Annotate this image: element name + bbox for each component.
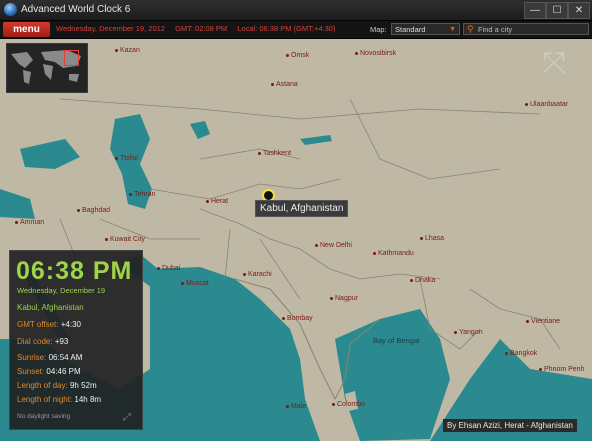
city-tashkent[interactable]: Tashkent bbox=[257, 150, 291, 157]
city-dhaka[interactable]: Dhaka bbox=[409, 277, 435, 284]
close-button[interactable]: ✕ bbox=[568, 2, 590, 19]
city-search[interactable]: ⚲ bbox=[463, 23, 589, 35]
sunset-label: Sunset: bbox=[17, 367, 45, 376]
expand-icon[interactable]: ⤢ bbox=[123, 412, 131, 423]
city-dubai[interactable]: Dubai bbox=[156, 265, 180, 272]
night-length-row: Length of night: 14h 8m bbox=[17, 395, 101, 404]
city-baghdad[interactable]: Baghdad bbox=[76, 207, 110, 214]
city-male[interactable]: Male bbox=[285, 403, 306, 410]
city-kuwait-city[interactable]: Kuwait City bbox=[104, 236, 145, 243]
map-type-label: Map: bbox=[370, 25, 387, 34]
toolbar: menu Wednesday, December 19, 2012 GMT: 0… bbox=[0, 21, 592, 39]
city-omsk[interactable]: Omsk bbox=[285, 52, 309, 59]
dial-code-label: Dial code: bbox=[17, 337, 53, 346]
sea-label-bay-of-bengal: Bay of Bengal bbox=[373, 336, 420, 345]
sunrise-label: Sunrise: bbox=[17, 353, 47, 362]
city-nagpur[interactable]: Nagpur bbox=[330, 295, 358, 302]
search-input[interactable] bbox=[478, 24, 586, 34]
dst-note: No daylight saving bbox=[17, 413, 71, 420]
city-karachi[interactable]: Karachi bbox=[243, 271, 272, 278]
gmt-time: GMT: 02:08 PM bbox=[175, 24, 228, 33]
map-type-value: Standard bbox=[395, 25, 426, 34]
city-colombo[interactable]: Colombo bbox=[331, 401, 365, 408]
city-bangkok[interactable]: Bangkok bbox=[504, 350, 537, 357]
night-length-value: 14h 8m bbox=[74, 395, 102, 404]
city-amman[interactable]: Amman bbox=[14, 219, 44, 226]
sunrise-value: 06:54 AM bbox=[48, 353, 83, 362]
gmt-offset-label: GMT offset: bbox=[17, 320, 59, 329]
city-tehran[interactable]: Tehran bbox=[128, 191, 155, 198]
city-phnom-penh[interactable]: Phnom Penh bbox=[538, 366, 584, 373]
search-icon: ⚲ bbox=[467, 24, 474, 34]
city-info-panel: 06:38 PM Wednesday, December 19 Kabul, A… bbox=[9, 250, 143, 430]
day-length-row: Length of day: 9h 52m bbox=[17, 381, 97, 390]
panel-date: Wednesday, December 19 bbox=[17, 286, 106, 295]
chevron-down-icon: ▼ bbox=[449, 26, 456, 33]
sunset-value: 04:46 PM bbox=[46, 367, 81, 376]
globe-app-icon bbox=[4, 3, 17, 16]
panel-city: Kabul, Afghanistan bbox=[17, 303, 84, 312]
gmt-offset-value: +4:30 bbox=[60, 320, 81, 329]
datetime-bar: Wednesday, December 19, 2012 GMT: 02:08 … bbox=[56, 24, 343, 33]
night-length-label: Length of night: bbox=[17, 395, 73, 404]
local-clock: 06:38 PM bbox=[16, 257, 133, 285]
map-type-select[interactable]: Standard ▼ bbox=[391, 23, 460, 35]
maximize-button[interactable]: ☐ bbox=[546, 2, 568, 19]
city-tooltip: Kabul, Afghanistan bbox=[255, 200, 349, 217]
city-bombay[interactable]: Bombay bbox=[282, 315, 313, 322]
city-astana[interactable]: Astana bbox=[271, 81, 298, 88]
current-date: Wednesday, December 19, 2012 bbox=[56, 24, 165, 33]
author-credit: By Ehsan Azizi, Herat - Afghanistan bbox=[443, 419, 577, 432]
viewport-frame[interactable] bbox=[64, 50, 79, 66]
title-bar: Advanced World Clock 6 — ☐ ✕ bbox=[0, 0, 592, 21]
fullscreen-arrows-icon[interactable]: ⤧ bbox=[536, 46, 572, 82]
dial-code-value: +93 bbox=[54, 337, 69, 346]
city-new-delhi[interactable]: New Delhi bbox=[315, 242, 352, 249]
city-kathmandu[interactable]: Kathmandu bbox=[373, 250, 414, 257]
dial-code-row: Dial code: +93 bbox=[17, 337, 68, 346]
day-length-label: Length of day: bbox=[17, 381, 68, 390]
gmt-offset-row: GMT offset: +4:30 bbox=[17, 320, 81, 329]
day-length-value: 9h 52m bbox=[69, 381, 97, 390]
city-lhasa[interactable]: Lhasa bbox=[419, 235, 444, 242]
city-muscat[interactable]: Muscat bbox=[181, 280, 209, 287]
menu-button[interactable]: menu bbox=[3, 22, 50, 37]
city-novosibirsk[interactable]: Novosibirsk bbox=[354, 50, 396, 57]
city-herat[interactable]: Herat bbox=[205, 198, 228, 205]
city-yangon[interactable]: Yangon bbox=[454, 329, 483, 336]
city-vientiane[interactable]: Vientiane bbox=[525, 318, 560, 325]
city-kazan[interactable]: Kazan bbox=[115, 47, 140, 54]
city-tbilisi[interactable]: Tbilisi bbox=[115, 155, 138, 162]
local-time: Local: 06:38 PM (GMT:+4:30) bbox=[237, 24, 336, 33]
window-title: Advanced World Clock 6 bbox=[21, 4, 131, 15]
city-ulaanbaatar[interactable]: Ulaanbaatar bbox=[524, 101, 568, 108]
minimize-button[interactable]: — bbox=[524, 2, 546, 19]
sunrise-row: Sunrise: 06:54 AM bbox=[17, 353, 82, 362]
sunset-row: Sunset: 04:46 PM bbox=[17, 367, 81, 376]
mini-world-map[interactable] bbox=[6, 43, 88, 93]
